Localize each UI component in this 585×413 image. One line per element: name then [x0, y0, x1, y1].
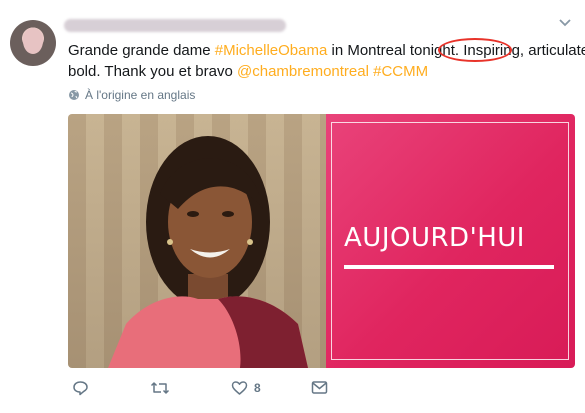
chevron-down-icon[interactable]: [558, 18, 572, 28]
like-button[interactable]: 8: [231, 380, 261, 396]
retweet-button[interactable]: [150, 380, 170, 396]
reply-button[interactable]: [72, 380, 89, 396]
mention-link[interactable]: @chambremontreal #CCMM: [237, 63, 428, 80]
retweet-icon: [150, 382, 170, 394]
tweet-card: Grande grande dame #MichelleObama in Mon…: [0, 0, 585, 413]
tweet-image[interactable]: AUJOURD'HUI: [68, 114, 575, 368]
tweet-line-2: bold. Thank you et bravo @chambremontrea…: [68, 63, 429, 80]
like-count: 8: [254, 381, 261, 395]
avatar[interactable]: [10, 20, 56, 66]
overlay-text: AUJOURD'HUI: [344, 223, 525, 253]
envelope-icon: [311, 381, 328, 394]
globe-icon: [69, 90, 79, 100]
action-bar: 8: [68, 380, 348, 402]
translate-link[interactable]: À l'origine en anglais: [68, 88, 195, 102]
heart-icon: [231, 381, 248, 395]
reply-icon: [73, 381, 88, 396]
annotation-circle: [438, 38, 512, 62]
photo-portrait: [68, 114, 326, 368]
redacted-username: [64, 19, 286, 32]
translate-label: À l'origine en anglais: [85, 88, 196, 102]
overlay-underline: [344, 265, 554, 269]
hashtag-link[interactable]: #MichelleObama: [215, 42, 328, 59]
portrait-illustration: [108, 136, 308, 368]
message-button[interactable]: [311, 380, 328, 395]
